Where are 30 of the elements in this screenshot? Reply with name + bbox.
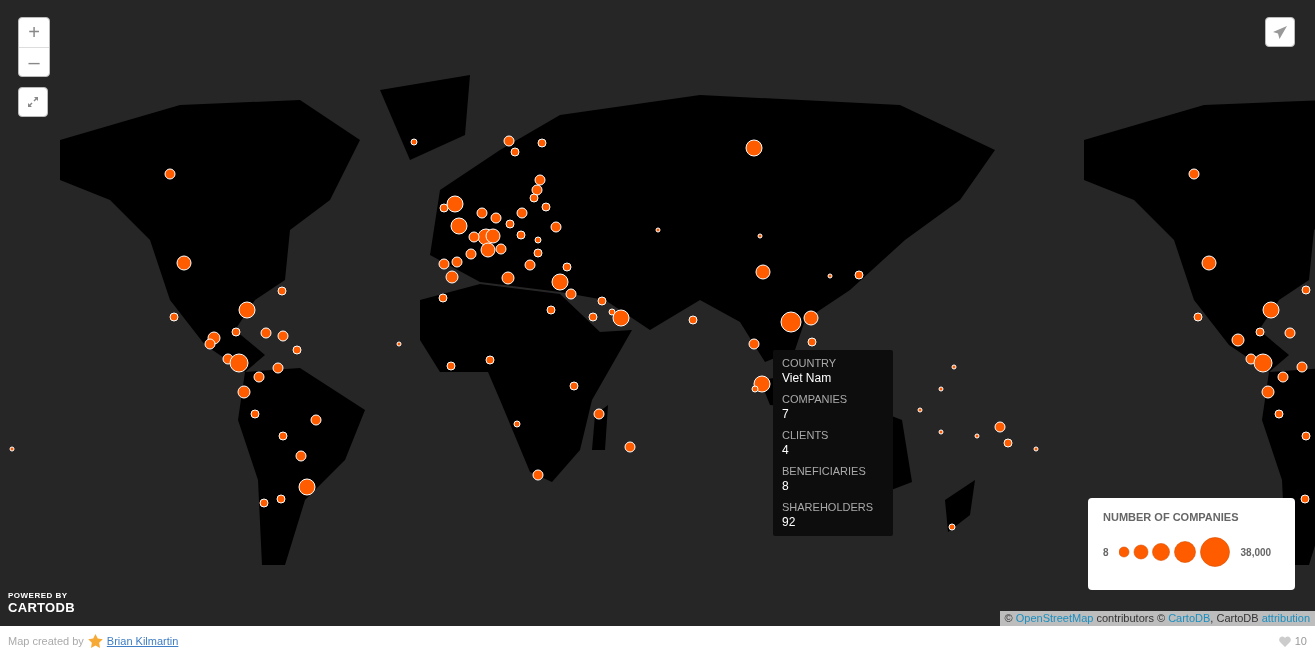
logo-tagline: POWERED BY bbox=[8, 591, 69, 600]
world-map-drawing[interactable] bbox=[9, 75, 1315, 565]
legend-title: NUMBER OF COMPANIES bbox=[1103, 511, 1240, 523]
star-icon bbox=[87, 634, 103, 648]
attribution-link[interactable]: OpenStreetMap bbox=[1015, 612, 1094, 624]
tooltip-value: 8 bbox=[782, 479, 790, 493]
cartodb-logo[interactable]: CARTODB bbox=[8, 600, 75, 615]
tooltip-value: Viet Nam bbox=[782, 371, 833, 385]
tooltip-value: 7 bbox=[782, 407, 790, 421]
zoom-out-button[interactable]: – bbox=[19, 47, 49, 76]
paper-plane-icon bbox=[1273, 25, 1287, 39]
attribution-text: © OpenStreetMap contributors © CartoDB, CartoDB attribution bbox=[999, 611, 1315, 626]
tooltip-label: BENEFICIARIES bbox=[782, 465, 867, 477]
attribution-link[interactable]: attribution bbox=[1261, 612, 1310, 624]
fullscreen-button[interactable] bbox=[18, 87, 48, 117]
tooltip-label: COMPANIES bbox=[782, 393, 849, 405]
legend-max: 38,000 bbox=[1240, 546, 1272, 558]
likes-count: 10 bbox=[1294, 635, 1307, 647]
legend-min: 8 bbox=[1103, 546, 1109, 558]
tooltip-label: COUNTRY bbox=[782, 357, 838, 369]
zoom-in-button[interactable]: + bbox=[19, 18, 49, 47]
tooltip-label: SHAREHOLDERS bbox=[782, 501, 875, 513]
bubble-scale-icon bbox=[1118, 537, 1231, 567]
author-link[interactable]: Brian Kilmartin bbox=[106, 635, 179, 647]
credit-text: Map created by bbox=[8, 635, 84, 647]
tooltip-label: CLIENTS bbox=[782, 429, 830, 441]
share-button[interactable] bbox=[1265, 17, 1295, 47]
tooltip-value: 92 bbox=[782, 515, 797, 529]
tooltip-value: 4 bbox=[782, 443, 790, 457]
fullscreen-icon bbox=[27, 96, 39, 108]
